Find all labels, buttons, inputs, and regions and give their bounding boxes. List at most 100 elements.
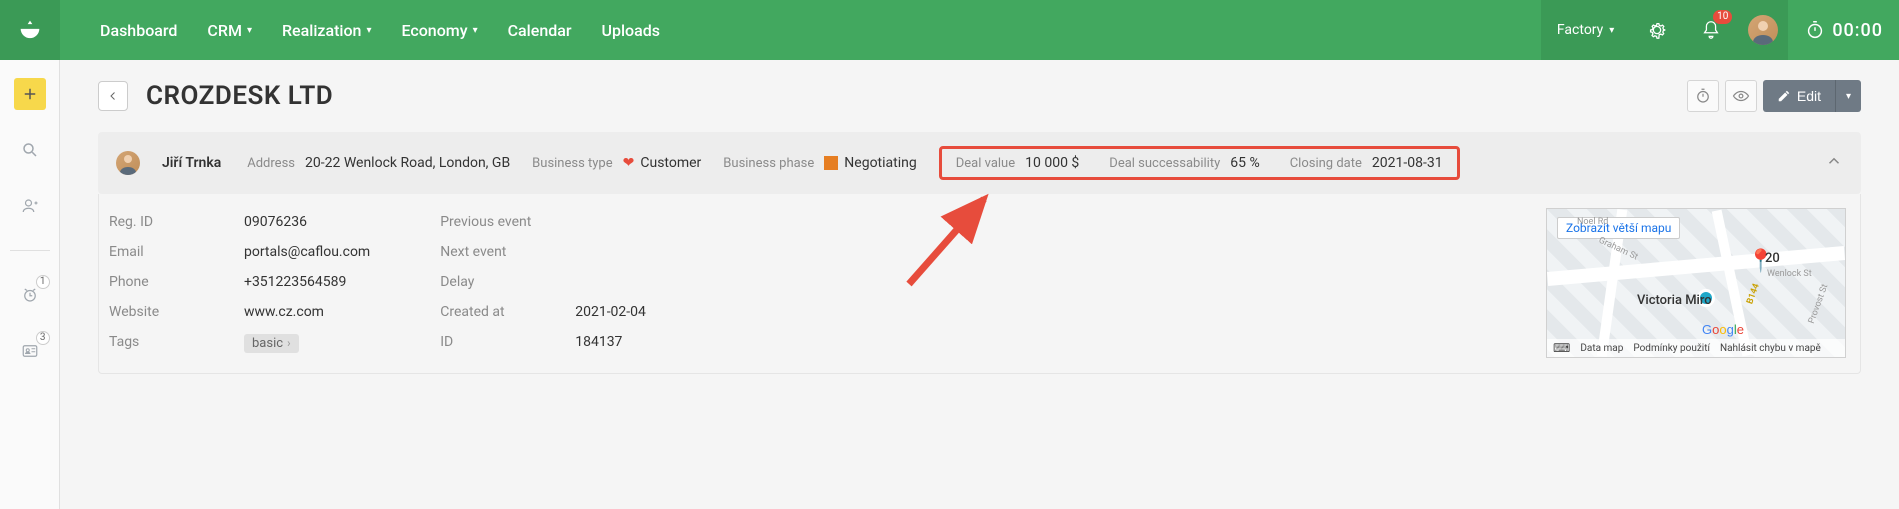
detail-value: 09076236 <box>244 214 307 230</box>
workspace-switcher[interactable]: Factory ▾ <box>1541 0 1630 60</box>
map-report-link[interactable]: Nahlásit chybu v mapě <box>1720 343 1821 354</box>
left-sidebar: 1 3 <box>0 60 60 509</box>
detail-label: Email <box>109 244 244 260</box>
address-value: 20-22 Wenlock Road, London, GB <box>305 155 510 171</box>
eye-icon <box>1732 87 1750 105</box>
chevron-down-icon: ▾ <box>366 25 371 36</box>
business-phase-value: Negotiating <box>844 155 916 171</box>
history-button[interactable] <box>1687 80 1719 112</box>
chevron-down-icon: ▾ <box>473 25 478 36</box>
map-street-label: Noel Rd <box>1577 217 1608 227</box>
phase-color-icon <box>824 156 838 170</box>
nav-economy[interactable]: Economy ▾ <box>401 21 477 40</box>
nav-realization[interactable]: Realization▾ <box>282 21 372 40</box>
notifications-button[interactable]: 10 <box>1684 0 1738 60</box>
reminders-count: 1 <box>36 275 50 289</box>
closing-date-group: Closing date 2021-08-31 <box>1290 155 1443 171</box>
deal-value-group: Deal value 10 000 $ <box>956 155 1080 171</box>
back-button[interactable] <box>98 81 128 111</box>
owner-name: Jiří Trnka <box>162 155 221 171</box>
collapse-toggle[interactable] <box>1825 152 1843 174</box>
nav-uploads[interactable]: Uploads <box>602 21 661 40</box>
detail-row: Previous event <box>440 214 646 230</box>
notification-count: 10 <box>1713 10 1732 24</box>
chevron-down-icon: ▾ <box>247 25 252 36</box>
business-phase-label: Business phase <box>723 156 814 171</box>
map-street-label: Wenlock St <box>1767 269 1812 279</box>
chevron-down-icon: ▾ <box>1609 25 1614 36</box>
detail-label: Next event <box>440 244 575 260</box>
business-type-label: Business type <box>532 156 612 171</box>
map-place-label: Victoria Miro <box>1637 293 1712 308</box>
map-data-link[interactable]: Data map <box>1580 343 1623 354</box>
nav-calendar[interactable]: Calendar <box>508 21 572 40</box>
edit-button-group: Edit ▾ <box>1763 80 1861 112</box>
add-button[interactable] <box>14 78 46 110</box>
main-nav: Dashboard CRM▾ Realization▾ Economy ▾ Cal… <box>100 21 660 40</box>
stopwatch-icon <box>1804 19 1826 41</box>
page-title: CROZDESK LTD <box>146 81 333 111</box>
summary-bar: Jiří Trnka Address 20-22 Wenlock Road, L… <box>98 132 1861 194</box>
annotation-arrow-icon <box>889 184 1009 304</box>
chevron-down-icon: ▾ <box>1846 91 1851 102</box>
edit-dropdown[interactable]: ▾ <box>1835 80 1861 112</box>
detail-label: ID <box>440 334 575 350</box>
detail-col-2: Previous event Next event Delay Created at2… <box>440 214 646 353</box>
nav-label: Economy <box>401 21 467 40</box>
contacts-count: 3 <box>36 331 50 345</box>
owner-avatar-icon <box>116 151 140 175</box>
detail-value: 184137 <box>575 334 622 350</box>
avatar-icon <box>1748 15 1778 45</box>
gear-icon <box>1646 19 1668 41</box>
map-pin-label: 20 <box>1765 251 1780 266</box>
business-phase-group: Business phase Negotiating <box>723 155 916 171</box>
search-button[interactable] <box>14 134 46 166</box>
detail-value: portals@caflou.com <box>244 244 370 260</box>
workspace-name: Factory <box>1557 22 1603 38</box>
map-street-label: Provost St <box>1807 283 1831 325</box>
deal-success-label: Deal successability <box>1109 156 1220 171</box>
deal-success-value: 65 % <box>1230 155 1259 171</box>
detail-label: Created at <box>440 304 575 320</box>
stopwatch-icon <box>1694 87 1712 105</box>
detail-row: Phone+351223564589 <box>109 274 370 290</box>
plus-icon <box>21 85 39 103</box>
nav-crm[interactable]: CRM▾ <box>207 21 252 40</box>
map-expand-link[interactable]: Zobrazit větší mapu <box>1557 217 1680 239</box>
detail-row: Emailportals@caflou.com <box>109 244 370 260</box>
contacts-button[interactable]: 3 <box>14 335 46 367</box>
tag-chip[interactable]: basic <box>244 334 299 353</box>
map-widget[interactable]: Zobrazit větší mapu 📍 20 Victoria Miro W… <box>1546 208 1846 358</box>
detail-panel: Reg. ID09076236Emailportals@caflou.comPh… <box>98 194 1861 374</box>
reminders-button[interactable]: 1 <box>14 279 46 311</box>
detail-value: 2021-02-04 <box>575 304 646 320</box>
detail-label: Delay <box>440 274 575 290</box>
timer-button[interactable]: 00:00 <box>1788 0 1899 60</box>
detail-row: Tagsbasic <box>109 334 370 353</box>
detail-label: Previous event <box>440 214 575 230</box>
edit-button[interactable]: Edit <box>1763 80 1835 112</box>
settings-button[interactable] <box>1630 0 1684 60</box>
detail-value: www.cz.com <box>244 304 324 320</box>
user-avatar-button[interactable] <box>1738 0 1788 60</box>
add-person-button[interactable] <box>14 190 46 222</box>
deal-value-value: 10 000 $ <box>1025 155 1079 171</box>
detail-label: Reg. ID <box>109 214 244 230</box>
watch-button[interactable] <box>1725 80 1757 112</box>
closing-date-label: Closing date <box>1290 156 1362 171</box>
map-street-label: B144 <box>1745 282 1762 305</box>
title-actions: Edit ▾ <box>1687 80 1861 112</box>
detail-col-1: Reg. ID09076236Emailportals@caflou.comPh… <box>109 214 370 353</box>
edit-label: Edit <box>1797 88 1821 104</box>
nav-dashboard[interactable]: Dashboard <box>100 21 177 40</box>
map-terms-link[interactable]: Podmínky použití <box>1633 343 1710 354</box>
app-logo[interactable] <box>0 0 60 60</box>
chevron-up-icon <box>1825 152 1843 170</box>
closing-date-value: 2021-08-31 <box>1372 155 1443 171</box>
keyboard-icon: ⌨ <box>1553 341 1570 355</box>
map-footer: ⌨ Data map Podmínky použití Nahlásit chy… <box>1547 339 1845 357</box>
detail-row: Created at2021-02-04 <box>440 304 646 320</box>
detail-row: Delay <box>440 274 646 290</box>
nav-label: Dashboard <box>100 21 177 40</box>
detail-value: +351223564589 <box>244 274 346 290</box>
